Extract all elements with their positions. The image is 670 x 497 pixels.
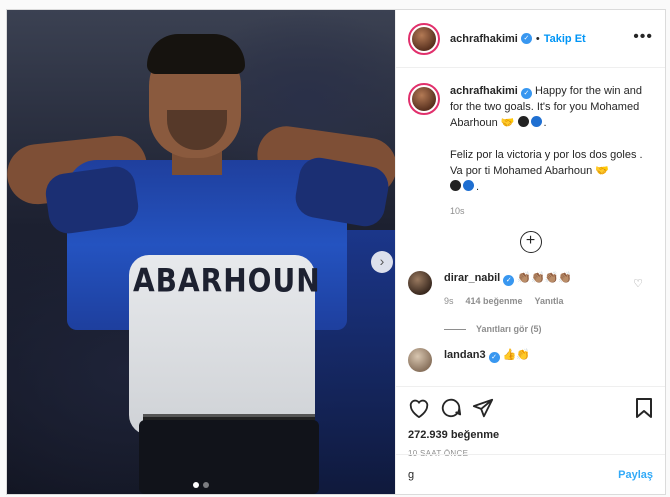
blue-circle-icon [463, 180, 474, 191]
caption-text-es: Feliz por la victoria y por los dos gole… [450, 149, 643, 177]
post-header: achrafhakimi ✓ • Takip Et ••• [396, 10, 665, 68]
comment-input[interactable] [408, 468, 619, 481]
comments-section[interactable]: achrafhakimi ✓ Happy for the win and for … [396, 69, 665, 385]
post-sidebar: achrafhakimi ✓ • Takip Et ••• achrafhaki… [395, 10, 665, 494]
instagram-post: ABARHOUN › achrafhakimi ✓ • Takip Et •••… [6, 9, 666, 495]
caption-avatar[interactable] [408, 83, 440, 115]
bookmark-icon[interactable] [635, 397, 653, 419]
black-circle-icon [450, 180, 461, 191]
comment-username[interactable]: landan3 [444, 349, 486, 361]
heart-icon[interactable] [408, 398, 430, 418]
verified-badge-icon: ✓ [488, 352, 500, 363]
post-caption: achrafhakimi ✓ Happy for the win and for … [408, 83, 653, 219]
comment-item: dirar_nabil ✓ 👏🏽👏🏽👏🏽👏🏽 9s 414 beğenme Yan… [408, 271, 653, 306]
player-hair [147, 34, 245, 74]
handshake-icon: 🤝 [595, 165, 610, 177]
blue-circle-icon [530, 116, 542, 127]
ellipsis-icon[interactable]: ••• [633, 29, 653, 45]
black-circle-icon [517, 116, 529, 127]
reply-button[interactable]: Yanıtla [535, 296, 564, 306]
chevron-right-icon[interactable]: › [371, 251, 393, 273]
comment-text: 👍👏 [502, 349, 531, 361]
verified-badge-icon: ✓ [520, 88, 532, 99]
plus-circle-icon[interactable]: + [519, 231, 542, 253]
comment-heart-icon[interactable]: ♡ [633, 277, 643, 290]
post-actions: 272.939 beğenme 10 SAAT ÖNCE [396, 386, 665, 458]
verified-badge-icon: ✓ [503, 275, 515, 286]
carousel-dots [193, 482, 209, 488]
shirt-text: ABARHOUN [133, 261, 321, 300]
caption-username[interactable]: achrafhakimi [450, 85, 518, 97]
comment-username[interactable]: dirar_nabil [444, 272, 500, 284]
shorts [139, 420, 319, 494]
handshake-icon: 🤝 [500, 117, 515, 129]
header-username[interactable]: achrafhakimi [450, 33, 518, 45]
verified-badge-icon: ✓ [520, 33, 532, 44]
header-separator: • [535, 32, 540, 45]
comment-icon[interactable] [440, 397, 462, 419]
comment-time: 9s [444, 296, 454, 306]
carousel-dot-active [193, 482, 199, 488]
likes-count[interactable]: 272.939 beğenme [408, 429, 653, 441]
commenter-avatar[interactable] [408, 348, 432, 372]
comment-item: landan3 ✓ 👍👏 [408, 348, 653, 372]
view-replies-label: Yanıtları gör (5) [476, 324, 542, 334]
add-comment-bar: Paylaş [396, 454, 665, 494]
post-image[interactable]: ABARHOUN › [7, 10, 395, 494]
carousel-dot [203, 482, 209, 488]
view-replies-button[interactable]: Yanıtları gör (5) [444, 324, 653, 334]
caption-time: 10s [450, 206, 465, 216]
commenter-avatar[interactable] [408, 271, 432, 295]
follow-button[interactable]: Takip Et [544, 33, 586, 45]
comment-text: 👏🏽👏🏽👏🏽👏🏽 [517, 272, 573, 284]
post-comment-button[interactable]: Paylaş [618, 469, 653, 481]
share-icon[interactable] [472, 397, 494, 419]
comment-likes[interactable]: 414 beğenme [466, 296, 523, 306]
avatar[interactable] [408, 22, 440, 55]
